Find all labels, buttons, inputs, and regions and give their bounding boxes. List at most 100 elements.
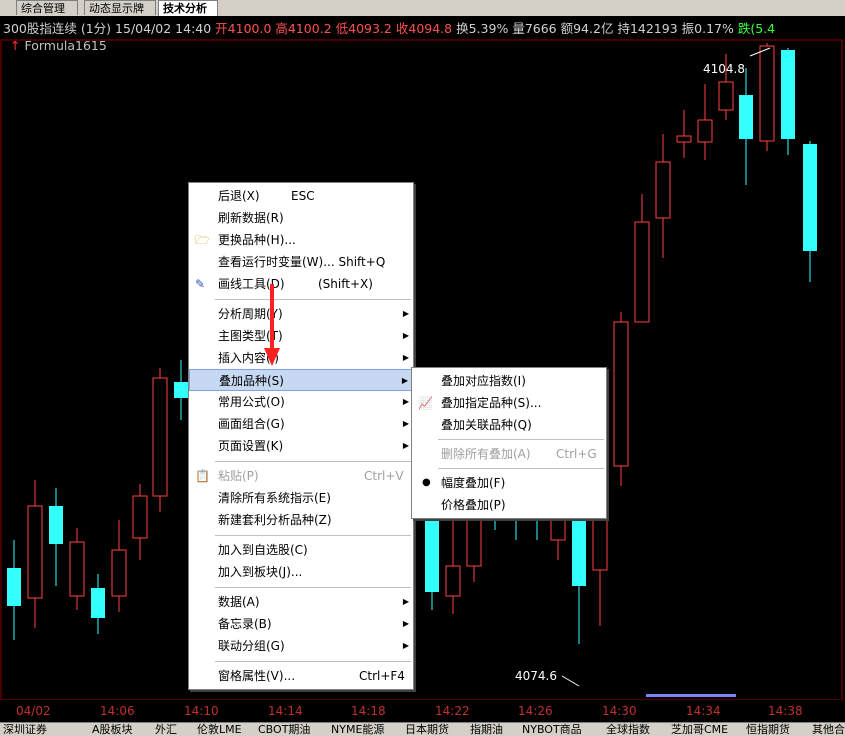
tab-technical-analysis[interactable]: 技术分析 <box>158 0 218 16</box>
menu-item-formula[interactable]: 常用公式(O) ▶ <box>189 391 413 413</box>
menu-separator <box>215 661 411 662</box>
candle-body-down <box>174 382 188 398</box>
candle-body-up <box>466 513 482 567</box>
market-tab[interactable]: 日本期货 <box>405 723 449 736</box>
amount: 额94.2亿 <box>560 21 614 36</box>
symbol-name: 300股指连续 <box>3 21 77 36</box>
candle-body-down <box>91 588 105 618</box>
menu-item-paste[interactable]: 📋 粘贴(P) Ctrl+V <box>189 465 413 487</box>
high-value: 高4100.2 <box>275 21 332 36</box>
menu-item-add-watchlist[interactable]: 加入到自选股(C) <box>189 539 413 561</box>
candle-body-up <box>111 549 127 597</box>
candle-body-down <box>739 95 753 139</box>
candle-body-up <box>152 377 168 497</box>
pointer-arrow-icon <box>264 284 280 366</box>
chart-icon: 📈 <box>418 396 433 410</box>
market-tab[interactable]: A股板块 <box>92 723 133 736</box>
open-value: 开4100.0 <box>215 21 272 36</box>
time-tick: 14:14 <box>268 704 303 718</box>
tab-bar: 综合管理 动态显示牌 技术分析 <box>0 0 845 17</box>
menu-item-pane-properties[interactable]: 窗格属性(V)... Ctrl+F4 <box>189 665 413 687</box>
market-tab[interactable]: 指期油 <box>470 723 503 736</box>
market-tab[interactable]: 伦敦LME <box>197 723 242 736</box>
tab-dynamic-board[interactable]: 动态显示牌 <box>84 0 156 15</box>
submenu-arrow-icon: ▶ <box>401 376 408 385</box>
max-price-label: 4104.8 <box>703 62 745 76</box>
menu-item-overlay[interactable]: 叠加品种(S) ▶ <box>189 369 413 391</box>
tab-composite[interactable]: 综合管理 <box>16 0 78 15</box>
submenu-arrow-icon: ▶ <box>402 397 409 406</box>
time-tick: 14:30 <box>602 704 637 718</box>
submenu-item-related-overlay[interactable]: 叠加关联品种(Q) <box>412 414 606 436</box>
market-tab-bar: 深圳证券 A股板块 外汇 伦敦LME CBOT期油 NYME能源 日本期货 指期… <box>0 722 845 736</box>
menu-item-change-symbol[interactable]: 🗁 更换品种(H)... <box>189 229 413 251</box>
time-tick: 14:18 <box>351 704 386 718</box>
menu-item-clear-indicators[interactable]: 清除所有系统指示(E) <box>189 487 413 509</box>
submenu-item-remove-all[interactable]: 删除所有叠加(A) Ctrl+G <box>412 443 606 465</box>
market-tab[interactable]: NYBOT商品 <box>522 723 582 736</box>
submenu-arrow-icon: ▶ <box>402 419 409 428</box>
min-pointer-line <box>561 675 580 687</box>
market-tab[interactable]: 深圳证券 <box>3 723 47 736</box>
red-arrow-icon: ↑ <box>10 38 21 53</box>
candle-body-up <box>27 505 43 599</box>
time-tick: 14:34 <box>686 704 721 718</box>
menu-item-new-arbitrage[interactable]: 新建套利分析品种(Z) <box>189 509 413 531</box>
candle-body-down <box>781 50 795 139</box>
menu-item-chart-type[interactable]: 主图类型(T) ▶ <box>189 325 413 347</box>
candle-body-down <box>7 568 21 606</box>
time-tick: 14:06 <box>100 704 135 718</box>
formula-name: Formula1615 <box>24 38 107 53</box>
formula-label[interactable]: ↑ Formula1615 <box>10 38 107 53</box>
change: 跌(5.4 <box>737 21 776 36</box>
market-tab[interactable]: 其他合 <box>812 723 845 736</box>
candle-body-up <box>676 135 692 143</box>
quote-info-bar: 300股指连续 (1分) 15/04/02 14:40 开4100.0 高410… <box>3 21 775 37</box>
candle-body-down <box>803 144 817 251</box>
menu-item-runtime-vars[interactable]: 查看运行时变量(W)... Shift+Q <box>189 251 413 273</box>
market-tab[interactable]: CBOT期油 <box>258 723 310 736</box>
candle-body-up <box>655 161 671 219</box>
market-tab[interactable]: 全球指数 <box>606 723 650 736</box>
scroll-indicator <box>646 694 736 697</box>
menu-item-insert[interactable]: 插入内容(I) ▶ <box>189 347 413 369</box>
menu-item-drawing-tools[interactable]: ✎ 画线工具(D) (Shift+X) <box>189 273 413 295</box>
submenu-arrow-icon: ▶ <box>402 619 409 628</box>
candle-body-up <box>759 45 775 142</box>
time-tick: 14:38 <box>768 704 803 718</box>
market-tab[interactable]: 恒指期货 <box>746 723 790 736</box>
menu-item-page-setup[interactable]: 页面设置(K) ▶ <box>189 435 413 457</box>
time-tick: 14:26 <box>518 704 553 718</box>
min-price-label: 4074.6 <box>515 669 557 683</box>
submenu-item-index-overlay[interactable]: 叠加对应指数(I) <box>412 370 606 392</box>
menu-item-link-group[interactable]: 联动分组(G) ▶ <box>189 635 413 657</box>
time-tick: 14:10 <box>184 704 219 718</box>
menu-item-period[interactable]: 分析周期(Y) ▶ <box>189 303 413 325</box>
menu-item-layout[interactable]: 画面组合(G) ▶ <box>189 413 413 435</box>
candle-body-up <box>634 221 650 323</box>
candle-body-up <box>69 541 85 597</box>
submenu-arrow-icon: ▶ <box>402 331 409 340</box>
menu-item-memo[interactable]: 备忘录(B) ▶ <box>189 613 413 635</box>
submenu-item-price-overlay[interactable]: 价格叠加(P) <box>412 494 606 516</box>
submenu-item-amplitude-overlay[interactable]: ● 幅度叠加(F) <box>412 472 606 494</box>
menu-item-add-sector[interactable]: 加入到板块(J)... <box>189 561 413 583</box>
time-tick: 14:22 <box>435 704 470 718</box>
menu-item-refresh[interactable]: 刷新数据(R) <box>189 207 413 229</box>
datetime: 15/04/02 14:40 <box>115 21 212 36</box>
market-tab[interactable]: 外汇 <box>155 723 177 736</box>
close-value: 收4094.8 <box>395 21 453 36</box>
menu-separator <box>215 461 411 462</box>
menu-item-back[interactable]: 后退(X) ESC <box>189 185 413 207</box>
submenu-item-specified-overlay[interactable]: 📈 叠加指定品种(S)... <box>412 392 606 414</box>
amplitude: 振0.17% <box>681 21 734 36</box>
market-tab[interactable]: NYME能源 <box>331 723 384 736</box>
menu-separator <box>438 468 604 469</box>
menu-item-data[interactable]: 数据(A) ▶ <box>189 591 413 613</box>
market-tab[interactable]: 芝加哥CME <box>671 723 728 736</box>
low-value: 低4093.2 <box>335 21 392 36</box>
submenu-arrow-icon: ▶ <box>402 441 409 450</box>
radio-dot-icon: ● <box>422 477 431 488</box>
context-menu: 后退(X) ESC 刷新数据(R) 🗁 更换品种(H)... 查看运行时变量(W).… <box>188 182 414 690</box>
clipboard-icon: 📋 <box>195 469 210 483</box>
